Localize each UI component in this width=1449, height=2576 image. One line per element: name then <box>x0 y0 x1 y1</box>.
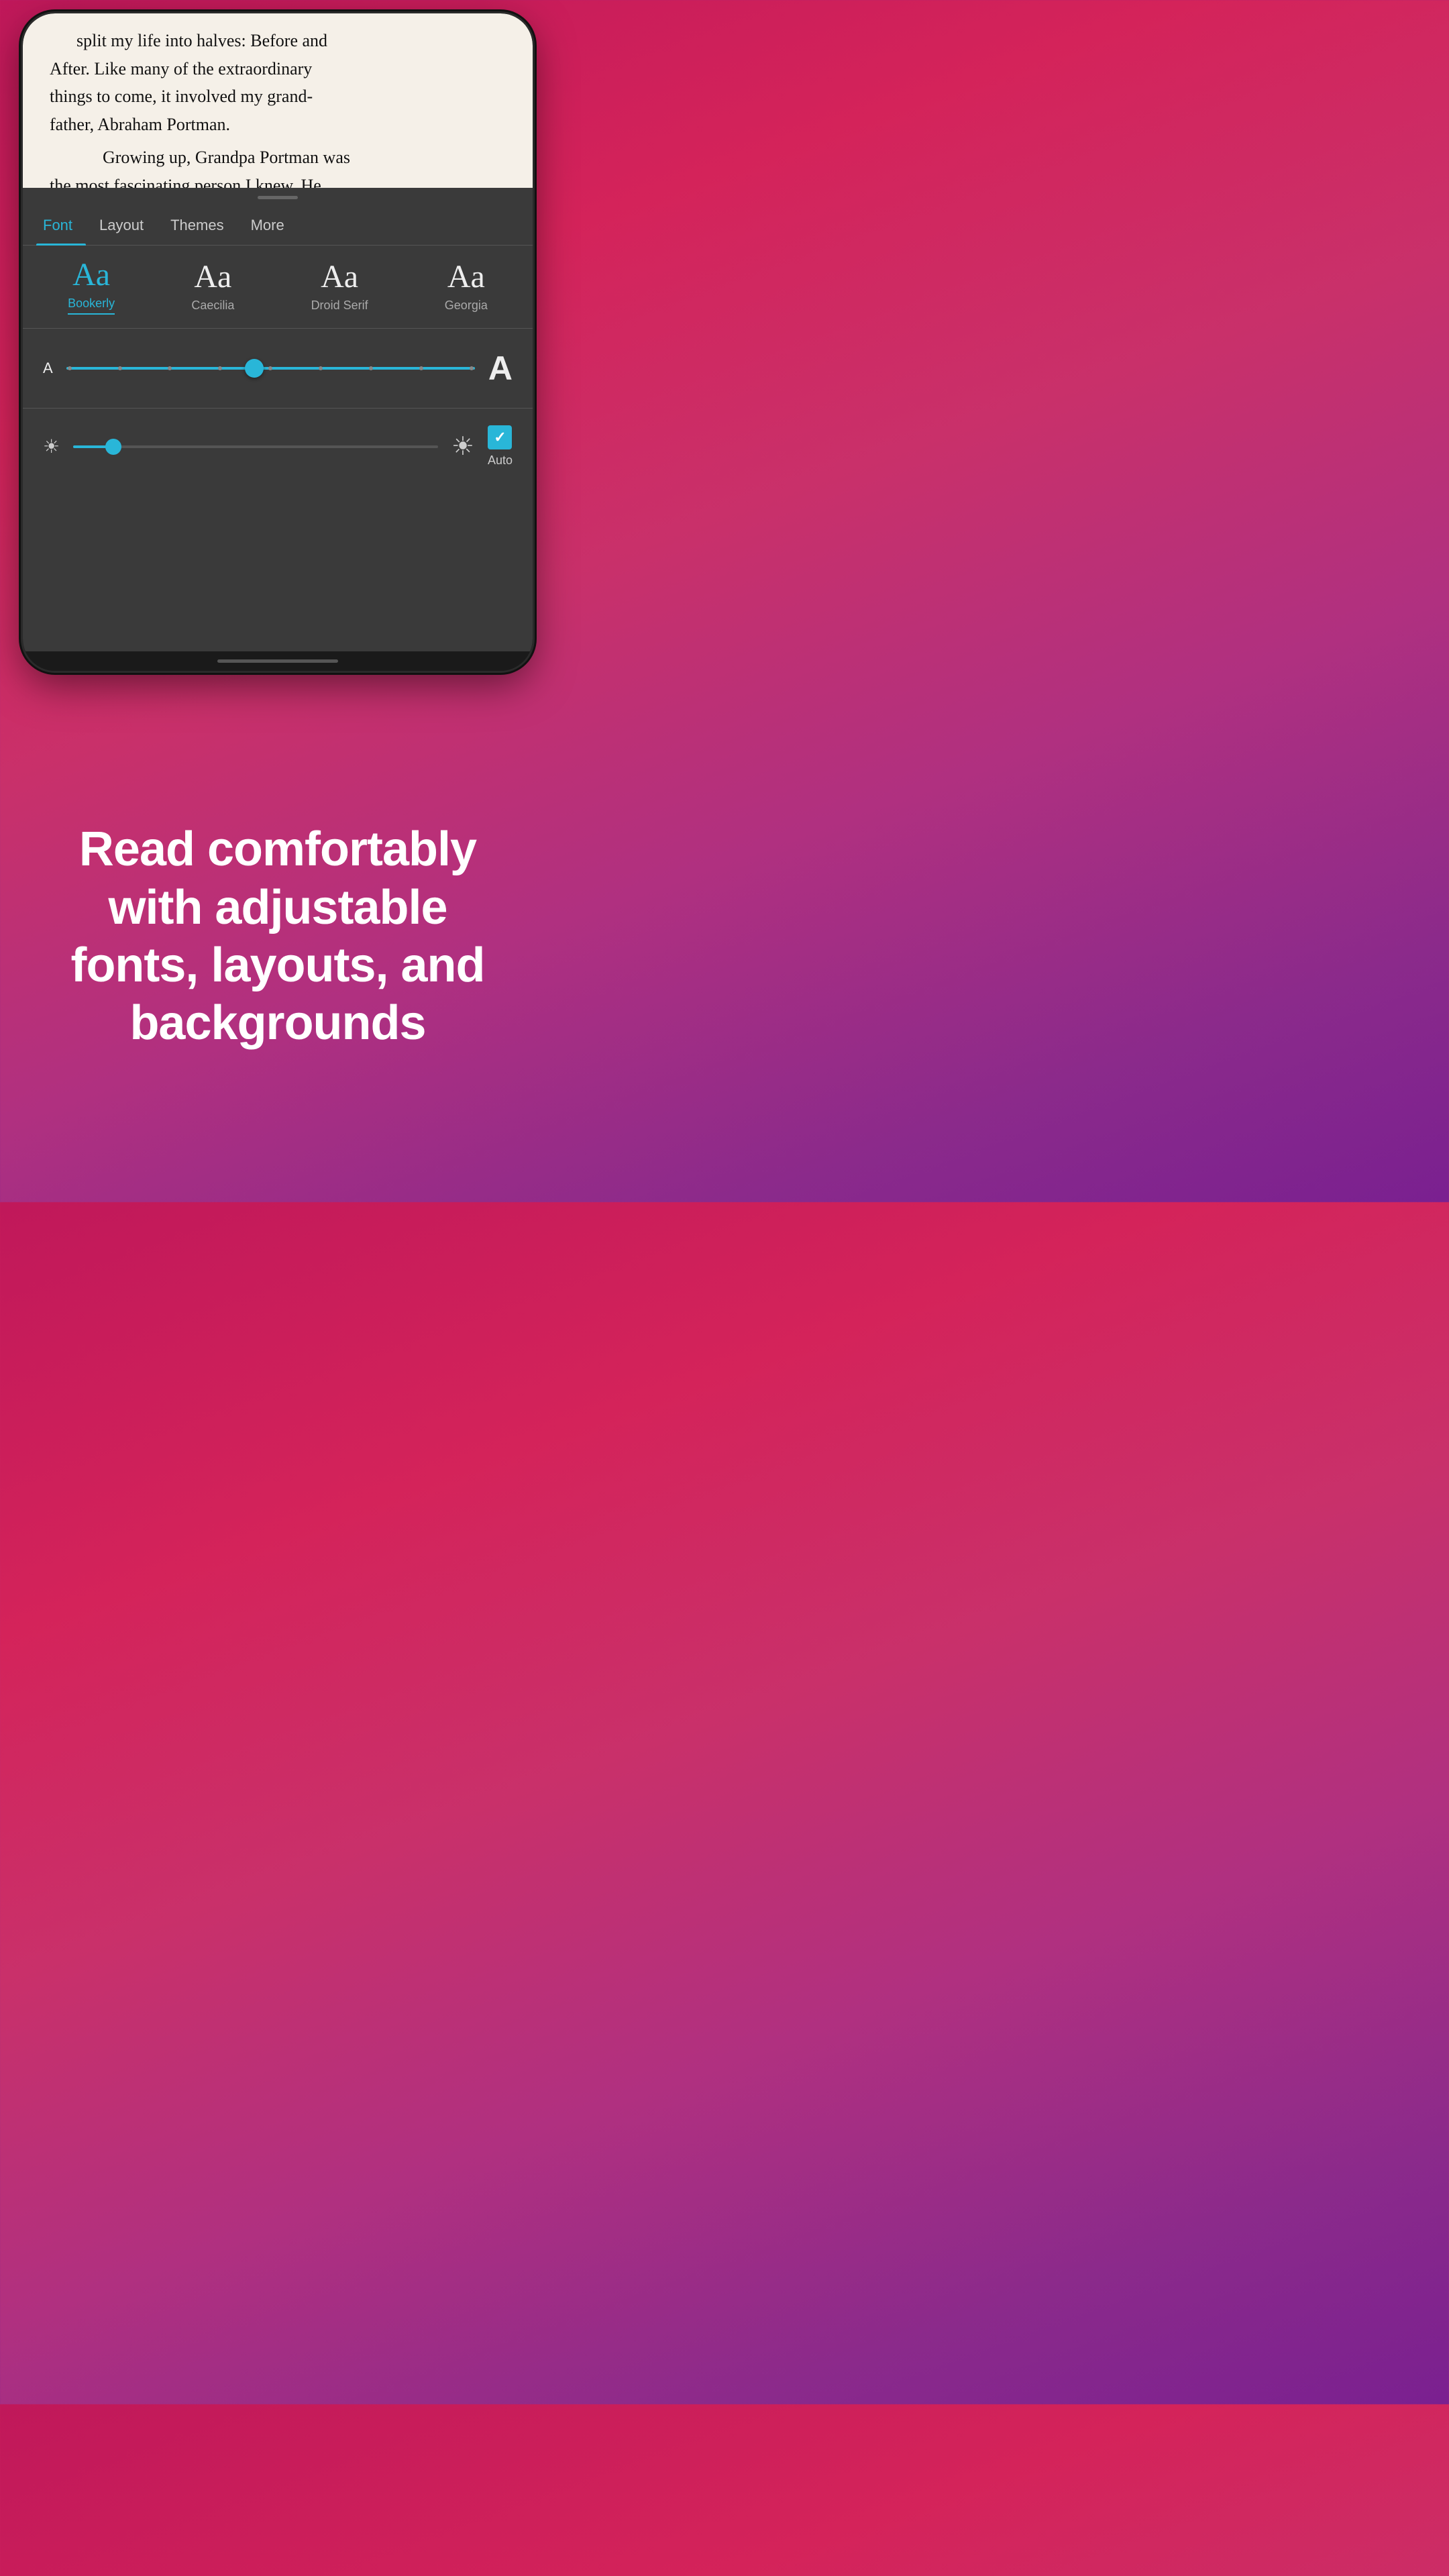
tabs-container: Font Layout Themes More <box>23 206 533 246</box>
book-text-line1: split my life into halves: Before and <box>50 27 506 55</box>
auto-brightness-label: Auto <box>488 453 513 468</box>
font-size-control: A A <box>23 329 533 409</box>
home-indicator <box>217 659 338 663</box>
slider-dot <box>319 366 323 370</box>
checkbox-indicator: ✓ <box>488 425 512 449</box>
book-text-line4: father, Abraham Portman. <box>50 111 506 139</box>
handle-bar <box>258 196 298 199</box>
brightness-icon-small <box>43 435 60 458</box>
slider-dot <box>268 366 272 370</box>
font-preview-caecilia: Aa <box>194 261 231 293</box>
font-size-slider-thumb[interactable] <box>245 359 264 378</box>
brightness-track <box>73 445 438 448</box>
marketing-section: Read comfortably with adjustable fonts, … <box>0 671 555 1202</box>
book-text-line5: Growing up, Grandpa Portman was <box>50 144 506 172</box>
marketing-headline: Read comfortably with adjustable fonts, … <box>40 820 515 1053</box>
slider-dot <box>68 366 72 370</box>
book-text-line2: After. Like many of the extraordinary <box>50 55 506 83</box>
font-size-large-label: A <box>488 349 513 388</box>
checkmark-icon: ✓ <box>494 429 506 446</box>
slider-dot <box>470 366 474 370</box>
font-option-droid-serif[interactable]: Aa Droid Serif <box>311 261 368 313</box>
tab-more[interactable]: More <box>237 206 298 245</box>
book-text-line3: things to come, it involved my grand- <box>50 83 506 111</box>
font-name-bookerly: Bookerly <box>68 297 115 311</box>
slider-dot <box>369 366 373 370</box>
brightness-slider-thumb[interactable] <box>105 439 121 455</box>
phone-frame: split my life into halves: Before and Af… <box>23 13 533 671</box>
book-text-line6: the most fascinating person I knew. He <box>50 172 506 188</box>
font-name-georgia: Georgia <box>445 299 488 313</box>
slider-dot <box>218 366 222 370</box>
sheet-handle <box>23 188 533 206</box>
font-size-small-label: A <box>43 360 53 377</box>
font-options: Aa Bookerly Aa Caecilia Aa Droid Serif A… <box>23 246 533 329</box>
tab-layout[interactable]: Layout <box>86 206 157 245</box>
font-option-caecilia[interactable]: Aa Caecilia <box>191 261 234 313</box>
tab-themes[interactable]: Themes <box>157 206 237 245</box>
auto-brightness-checkbox[interactable]: ✓ Auto <box>488 425 513 468</box>
tab-font[interactable]: Font <box>36 206 86 245</box>
slider-dot <box>419 366 423 370</box>
book-content: split my life into halves: Before and Af… <box>23 13 533 188</box>
font-name-caecilia: Caecilia <box>191 299 234 313</box>
font-preview-bookerly: Aa <box>72 259 110 291</box>
home-bar <box>23 651 533 671</box>
brightness-control: ✓ Auto <box>23 409 533 484</box>
font-preview-droid-serif: Aa <box>321 261 358 293</box>
font-option-georgia[interactable]: Aa Georgia <box>445 261 488 313</box>
slider-dot <box>168 366 172 370</box>
slider-dot <box>118 366 122 370</box>
brightness-icon-large <box>451 431 474 462</box>
font-name-droid-serif: Droid Serif <box>311 299 368 313</box>
settings-panel: Font Layout Themes More Aa Bookerly <box>23 206 533 651</box>
font-preview-georgia: Aa <box>447 261 485 293</box>
font-option-bookerly[interactable]: Aa Bookerly <box>68 259 115 315</box>
brightness-slider[interactable] <box>73 445 438 449</box>
font-size-slider[interactable] <box>66 366 475 370</box>
slider-dots <box>66 366 475 370</box>
